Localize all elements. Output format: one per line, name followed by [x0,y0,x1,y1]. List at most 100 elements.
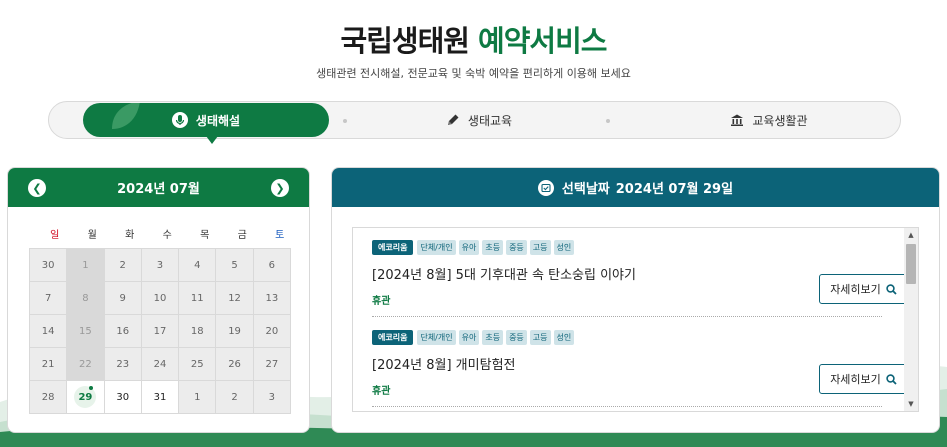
item-divider [372,316,882,317]
calendar-day-selected[interactable]: 29 [67,381,105,414]
calendar-day[interactable]: 12 [216,282,254,315]
calendar-grid: 30 1 2 3 4 5 6 7 8 9 10 11 12 13 14 15 1… [29,248,291,414]
detail-button[interactable]: 자세히보기 [819,274,908,304]
calendar-panel: ❮ 2024년 07월 ❯ 일 월 화 수 목 금 토 30 1 2 3 4 5… [7,167,310,433]
calendar-day[interactable]: 30 [104,381,142,414]
item-tags: 에코리움 단체/개인 유아 초등 중등 고등 성인 [372,330,882,345]
tab-ecology-education[interactable]: 생태교육 [379,102,579,138]
weekday-row: 일 월 화 수 목 금 토 [36,226,299,241]
chevron-left-icon[interactable]: ❮ [28,179,46,197]
weekday-label: 금 [237,230,247,241]
search-icon [886,283,897,295]
tab-education-dormitory[interactable]: 교육생활관 [669,102,869,138]
program-status: 휴관 [372,296,391,307]
calendar-day[interactable]: 6 [253,249,291,282]
calendar-day[interactable]: 4 [179,249,217,282]
target-tag: 초등 [482,240,504,255]
calendar-day[interactable]: 5 [216,249,254,282]
calendar-day[interactable]: 1 [179,381,217,414]
calendar-day[interactable]: 15 [67,315,105,348]
calendar-check-icon [537,179,554,196]
program-header: 선택날짜 2024년 07월 29일 [332,168,939,207]
scroll-down-icon[interactable]: ▼ [904,397,918,411]
calendar-header: ❮ 2024년 07월 ❯ [8,168,309,207]
detail-button-label: 자세히보기 [830,373,881,386]
calendar-month: 2024년 07월 [117,182,200,197]
calendar-day[interactable]: 11 [179,282,217,315]
page-subtitle: 생태관련 전시해설, 전문교육 및 숙박 예약을 편리하게 이용해 보세요 [316,67,631,80]
service-tabs: 생태해설 생태교육 교육생활관 [48,101,901,144]
calendar-day[interactable]: 22 [67,348,105,381]
calendar-day[interactable]: 3 [253,381,291,414]
calendar-day[interactable]: 13 [253,282,291,315]
weekday-label: 월 [87,230,97,241]
building-icon [730,113,744,127]
target-tag: 유아 [458,240,480,255]
chevron-right-icon[interactable]: ❯ [271,179,289,197]
weekday-label: 토 [275,230,285,241]
venue-badge: 에코리움 [372,330,414,345]
calendar-day[interactable]: 30 [30,249,68,282]
target-tag: 유아 [458,330,480,345]
detail-button[interactable]: 자세히보기 [819,364,908,394]
calendar-day[interactable]: 10 [141,282,180,315]
scrollbar-thumb[interactable] [906,244,916,284]
program-list: 에코리움 단체/개인 유아 초등 중등 고등 성인 [2024년 8월] 5대 … [352,227,919,412]
target-tag: 성인 [553,330,575,345]
program-panel: 선택날짜 2024년 07월 29일 에코리움 단체/개인 유아 초등 중등 고… [331,167,940,433]
calendar-day[interactable]: 19 [216,315,254,348]
calendar-day[interactable]: 18 [179,315,217,348]
calendar-day[interactable]: 28 [30,381,68,414]
calendar-day[interactable]: 7 [30,282,68,315]
tab-divider-dot [606,119,610,123]
calendar-day[interactable]: 2 [104,249,142,282]
calendar-day[interactable]: 26 [216,348,254,381]
selected-date-value: 2024년 07월 29일 [615,182,734,197]
calendar-day[interactable]: 27 [253,348,291,381]
target-tag: 고등 [529,330,551,345]
tab-ecology-guide[interactable]: 생태해설 [83,103,329,137]
target-tag: 단체/개인 [417,240,456,255]
weekday-label: 화 [125,230,135,241]
item-divider [372,406,882,407]
list-scrollbar[interactable]: ▲ ▼ [904,228,918,411]
target-tag: 단체/개인 [417,330,456,345]
program-title: [2024년 8월] 개미탐험전 [372,358,516,373]
venue-badge: 에코리움 [372,240,414,255]
weekday-label: 일 [50,230,60,241]
target-tag: 고등 [529,240,551,255]
calendar-day[interactable]: 9 [104,282,142,315]
calendar-day[interactable]: 25 [179,348,217,381]
scroll-up-icon[interactable]: ▲ [904,228,918,242]
active-tab-pointer [206,136,218,144]
availability-dot [88,386,93,390]
tab-label: 교육생활관 [752,113,808,128]
tab-divider-dot [343,119,347,123]
calendar-day[interactable]: 21 [30,348,68,381]
calendar-day[interactable]: 24 [141,348,180,381]
selected-date-label: 선택날짜 [561,182,610,197]
title-part2: 예약서비스 [478,24,607,58]
selected-day-number: 29 [74,386,97,408]
target-tag: 중등 [506,330,527,345]
tab-label: 생태해설 [195,113,241,128]
calendar-day[interactable]: 16 [104,315,142,348]
program-status: 휴관 [372,386,391,397]
calendar-day[interactable]: 3 [141,249,180,282]
calendar-day[interactable]: 2 [216,381,254,414]
calendar-day[interactable]: 8 [67,282,105,315]
calendar-day[interactable]: 14 [30,315,68,348]
microphone-icon [171,112,188,128]
target-tag: 성인 [553,240,575,255]
title-part1: 국립생태원 [340,24,470,58]
calendar-day[interactable]: 1 [67,249,105,282]
list-item: 에코리움 단체/개인 유아 초등 중등 고등 성인 [2024년 8월] 개미탐… [372,330,882,407]
calendar-day[interactable]: 23 [104,348,142,381]
calendar-day[interactable]: 17 [141,315,180,348]
target-tag: 초등 [482,330,504,345]
calendar-day[interactable]: 20 [253,315,291,348]
target-tag: 중등 [506,240,527,255]
calendar-day[interactable]: 31 [141,381,180,414]
detail-button-label: 자세히보기 [830,283,881,296]
program-title: [2024년 8월] 5대 기후대관 속 탄소숭립 이야기 [372,268,636,283]
